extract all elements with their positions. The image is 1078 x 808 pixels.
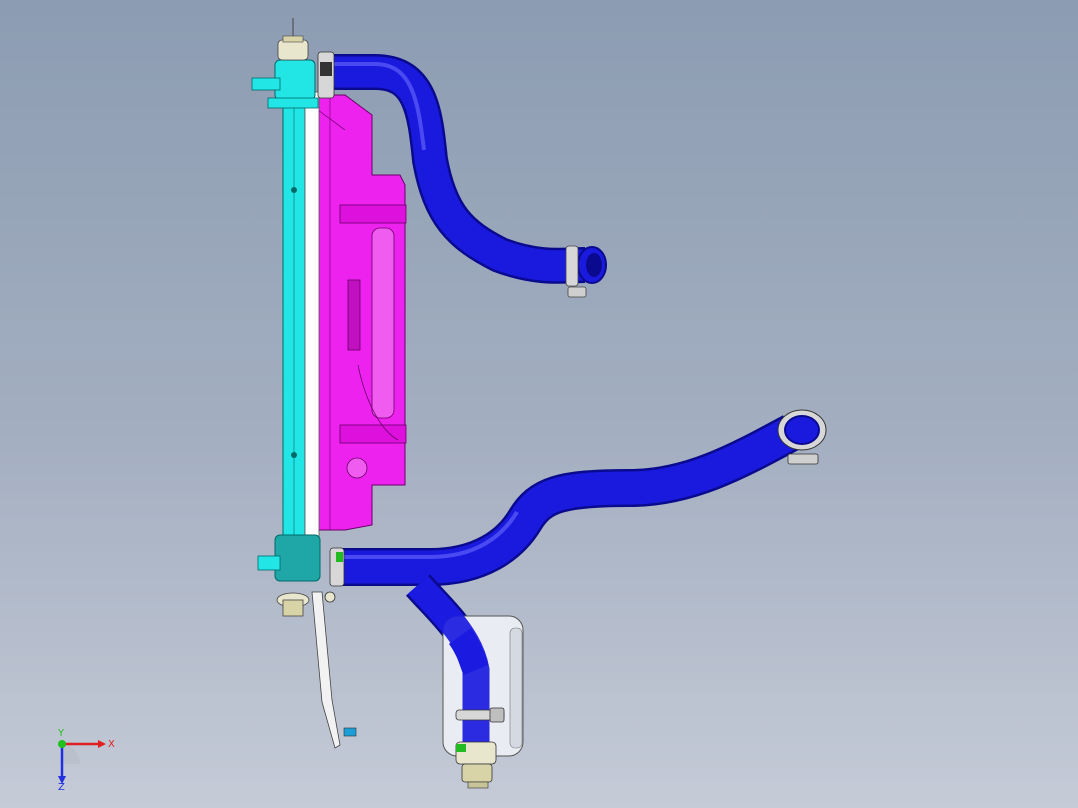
x-axis-label: X: [108, 739, 115, 750]
lower-hose[interactable]: [340, 415, 802, 586]
reservoir-cap[interactable]: [455, 741, 497, 789]
radiator-core[interactable]: [251, 59, 321, 582]
radiator-drain-fitting[interactable]: [276, 592, 310, 617]
orientation-triad: X Y Z: [57, 728, 115, 790]
radiator-assembly-model[interactable]: [0, 0, 1078, 808]
radiator-top-fitting[interactable]: [277, 18, 309, 61]
cad-viewport[interactable]: X Y Z: [0, 0, 1078, 808]
lower-hose-inlet-clamp[interactable]: [329, 547, 345, 587]
fan-shroud[interactable]: [317, 94, 407, 531]
y-axis-label: Y: [57, 728, 65, 739]
y-axis-point: [58, 740, 66, 748]
mounting-bracket[interactable]: [311, 591, 357, 749]
upper-hose-inlet-clamp[interactable]: [317, 51, 335, 99]
z-axis-label: Z: [58, 782, 65, 790]
reservoir-clamp[interactable]: [455, 707, 505, 723]
coolant-reservoir[interactable]: [407, 576, 524, 757]
